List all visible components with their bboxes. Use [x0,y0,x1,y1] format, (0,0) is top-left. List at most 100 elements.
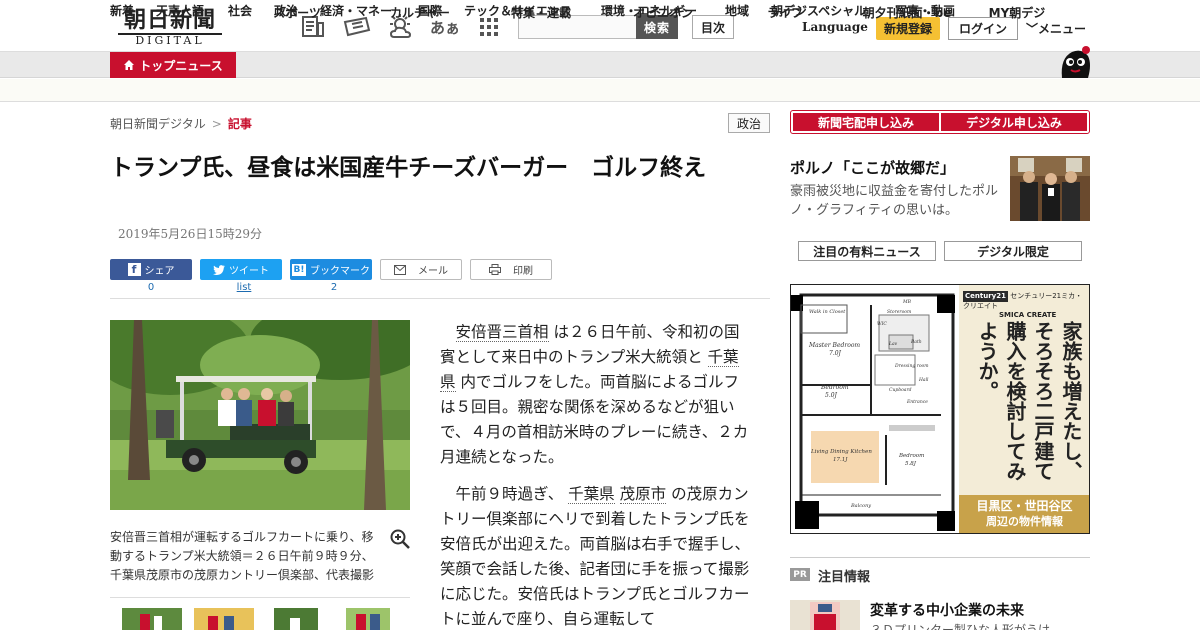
nav-item-international[interactable]: 国際 [418,0,442,23]
nav-item-economy[interactable]: 経済・マネー [320,0,392,23]
feature-image[interactable] [1010,156,1090,221]
fp-label: Hall [918,377,929,383]
nav-item-region[interactable]: 地域 [725,0,749,23]
twitter-share-button[interactable]: ツイート [200,259,282,280]
nav-item-tech-science[interactable]: テック＆サイエンス [464,0,572,23]
photo-caption: 安倍晋三首相が運転するゴルフカートに乗り、移動するトランプ米大統領＝２６日午前９… [110,530,375,582]
pr-title[interactable]: 変革する中小企業の未来 [870,600,1024,620]
fp-label: 7.0J [829,350,842,357]
ad-brand-line2: SMICA CREATE [999,311,1057,319]
keyword-link[interactable]: 安倍晋三首相 [455,323,549,342]
nav-item-latest[interactable]: 新着 [110,0,134,23]
fp-label: Walk in Closet [809,309,846,315]
floor-plan-image: Walk in Closet Master Bedroom 7.0J Bedro… [791,285,959,533]
home-icon [124,60,135,70]
article-title: トランプ氏、昼食は米国産牛チーズバーガー ゴルフ終え [110,154,707,181]
pr-section-title: 注目情報 [818,570,871,585]
fp-label: Master Bedroom [808,342,860,349]
hatena-bookmark-label: ブックマーク [310,266,370,277]
paragraph-text: 午前９時過ぎ、 [455,485,564,503]
article-photo[interactable] [110,320,410,510]
fp-label: 5.0J [825,392,838,399]
zoom-in-icon[interactable] [390,529,410,549]
breadcrumb: 朝日新聞デジタル > 記事 [110,115,252,132]
print-label: 印刷 [513,266,533,277]
facebook-share-count: 0 [147,282,155,293]
article-paragraph: 安倍晋三首相 は２６日午前、令和初の国賓として来日中のトランプ米大統領と 千葉県… [440,320,750,470]
breadcrumb-current: 記事 [227,117,252,131]
paragraph-text: の茂原カントリー倶楽部にヘリで到着したトランプ氏を安倍氏が出迎えた。両首脳は右手… [440,485,751,628]
fp-label: Lav [888,341,898,347]
pr-image[interactable] [790,600,860,630]
nav-item-my-asadigi[interactable]: MY朝デジ [982,0,1052,26]
category-tag[interactable]: 政治 [728,113,770,133]
photo-thumbnail[interactable] [346,608,390,630]
fp-label: Balcony [850,503,871,509]
fp-label: Living Dining Kitchen [810,449,872,455]
fp-label: Entrance [906,399,928,405]
mascot-icon[interactable] [1056,44,1092,78]
hatena-bookmark-count: 2 [330,282,338,293]
logo-sub-text: DIGITAL [118,33,222,47]
nav-item-top-news[interactable]: トップニュース [110,52,236,78]
facebook-share-button[interactable]: f シェア [110,259,192,280]
divider [110,298,770,299]
mail-icon [394,264,406,275]
subscribe-digital-button[interactable]: デジタル申し込み [941,113,1087,131]
nav-item-society[interactable]: 社会 [228,0,252,23]
fp-label: Bath [910,339,922,345]
print-button[interactable]: 印刷 [470,259,552,280]
century21-logo: Century21 [963,291,1008,302]
paragraph-text: 内でゴルフをした。両首脳によるゴルフは５回目。親密な関係を深めるなどが狙いで、４… [440,373,749,466]
nav-item-special[interactable]: 朝デジスペシャル [771,0,866,23]
subscribe-paper-button[interactable]: 新聞宅配申し込み [793,113,939,131]
nav-item-tenseijingo[interactable]: 天声人語 [156,0,204,23]
breadcrumb-home[interactable]: 朝日新聞デジタル [110,117,206,131]
secondary-nav [0,79,1200,102]
breadcrumb-separator: > [211,117,222,131]
twitter-list-link[interactable]: list [203,282,285,293]
fp-label: Dressing room [894,363,929,369]
tab-digital-only[interactable]: デジタル限定 [944,241,1082,261]
pr-badge: PR [790,568,810,581]
divider [110,597,410,598]
keyword-link[interactable]: 千葉県 [568,485,615,504]
divider [790,557,1090,558]
fp-label: Cupboard [889,387,912,393]
twitter-icon [213,264,225,275]
photo-thumbnail[interactable] [122,608,182,630]
article-date: 2019年5月26日15時29分 [118,227,262,241]
feature-description[interactable]: 豪雨被災地に収益金を寄付したポルノ・グラフィティの思いは。 [790,182,1002,220]
ad-footer-line2: 周辺の物件情報 [986,515,1063,528]
ad-footer: 目黒区・世田谷区 周辺の物件情報 [959,495,1089,533]
feature-title[interactable]: ポルノ「ここが故郷だ」 [790,157,955,178]
nav-item-label: トップニュース [139,58,223,73]
twitter-share-label: ツイート [229,266,269,277]
pr-description[interactable]: ３Ｄプリンター製ひな人形がうけ [870,621,1050,630]
mail-share-label: メール [418,266,448,277]
fp-label: 5.8J [905,461,917,467]
real-estate-ad[interactable]: Walk in Closet Master Bedroom 7.0J Bedro… [790,284,1090,534]
fp-label: Bedroom [820,384,849,391]
facebook-share-label: シェア [144,266,175,277]
hatena-bookmark-button[interactable]: B! ブックマーク [290,259,372,280]
photo-thumbnail[interactable] [274,608,318,630]
ad-brand: Century21 センチュリー21ミカ・クリエイト SMICA CREATE [963,291,1087,319]
ad-footer-line1: 目黒区・世田谷区 [976,499,1073,513]
keyword-link[interactable]: 茂原市 [619,485,667,504]
photo-thumbnail[interactable] [194,608,254,630]
fp-label: Bedroom [898,453,924,459]
nav-item-environment[interactable]: 環境・エネルギー [601,0,697,23]
fp-label: 17.1J [833,457,848,463]
tab-paid-news[interactable]: 注目の有料ニュース [798,241,936,261]
article-body: 安倍晋三首相 は２６日午前、令和初の国賓として来日中のトランプ米大統領と 千葉県… [440,320,750,630]
nav-item-politics[interactable]: 政治 [274,0,298,23]
printer-icon [489,264,501,275]
subscribe-box: 新聞宅配申し込み デジタル申し込み [790,110,1090,134]
article-paragraph: 午前９時過ぎ、 千葉県 茂原市 の茂原カントリー倶楽部にヘリで到着したトランプ氏… [440,482,750,630]
hatena-icon: B! [292,263,306,276]
mail-share-button[interactable]: メール [380,259,462,280]
fp-label: MB [902,299,912,305]
fp-label: WIC [877,321,887,327]
nav-item-photo-video[interactable]: 写真・動画 [895,0,955,23]
